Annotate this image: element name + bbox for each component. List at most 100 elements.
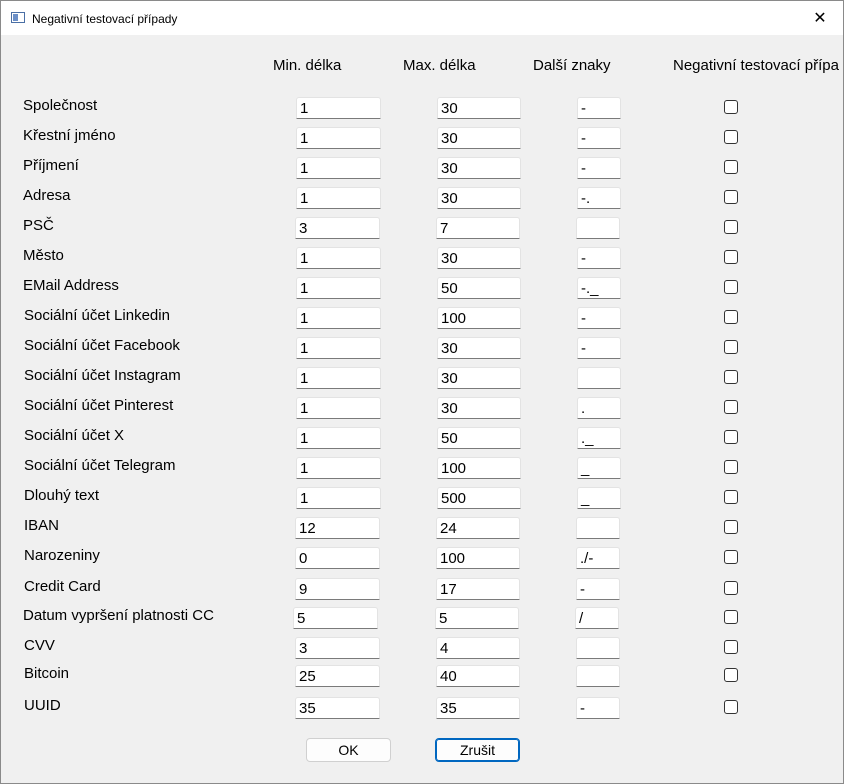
min-length-input[interactable]: 3 [295,637,380,659]
extra-chars-input[interactable]: - [577,157,621,179]
min-length-input[interactable]: 1 [296,277,381,299]
min-length-input[interactable]: 1 [296,127,381,149]
min-length-input[interactable]: 1 [296,367,381,389]
negative-case-checkbox[interactable] [724,250,738,264]
negative-case-checkbox[interactable] [724,520,738,534]
max-length-input[interactable]: 35 [436,697,520,719]
extra-chars-input[interactable]: / [575,607,619,629]
min-length-input[interactable]: 1 [296,307,381,329]
max-length-input[interactable]: 4 [436,637,520,659]
extra-chars-input[interactable]: - [577,247,621,269]
negative-case-checkbox[interactable] [724,581,738,595]
negative-case-checkbox[interactable] [724,100,738,114]
max-length-input[interactable]: 500 [437,487,521,509]
max-length-input[interactable]: 30 [437,337,521,359]
ok-button[interactable]: OK [306,738,391,762]
extra-chars-input[interactable]: ._ [577,427,621,449]
negative-case-checkbox[interactable] [724,490,738,504]
extra-chars-input[interactable] [576,665,620,687]
negative-case-checkbox[interactable] [724,340,738,354]
negative-case-checkbox[interactable] [724,640,738,654]
max-length-input[interactable]: 30 [437,247,521,269]
row-label: Společnost [23,97,98,114]
negative-case-checkbox[interactable] [724,460,738,474]
row-label: Příjmení [23,157,79,174]
title-bar: Negativní testovací případy ✕ [1,1,843,35]
negative-case-checkbox[interactable] [724,160,738,174]
min-length-input[interactable]: 25 [295,665,380,687]
negative-case-checkbox[interactable] [724,370,738,384]
min-length-input[interactable]: 1 [296,337,381,359]
negative-case-checkbox[interactable] [724,430,738,444]
window-title: Negativní testovací případy [32,12,178,26]
extra-chars-input[interactable]: - [577,97,621,119]
min-length-input[interactable]: 1 [296,157,381,179]
negative-case-checkbox[interactable] [724,700,738,714]
max-length-input[interactable]: 50 [437,427,521,449]
min-length-input[interactable]: 1 [296,427,381,449]
extra-chars-input[interactable] [576,637,620,659]
negative-case-checkbox[interactable] [724,310,738,324]
negative-case-checkbox[interactable] [724,190,738,204]
extra-chars-input[interactable]: - [577,307,621,329]
max-length-input[interactable]: 30 [437,127,521,149]
header-extra-chars: Další znaky [533,57,611,74]
row-label: Sociální účet Linkedin [24,307,170,324]
negative-case-checkbox[interactable] [724,610,738,624]
max-length-input[interactable]: 30 [437,397,521,419]
row-label: Sociální účet Instagram [24,367,181,384]
min-length-input[interactable]: 1 [296,457,381,479]
extra-chars-input[interactable] [577,367,621,389]
max-length-input[interactable]: 24 [436,517,520,539]
row-label: Datum vypršení platnosti CC [23,607,214,624]
extra-chars-input[interactable]: _ [577,457,621,479]
max-length-input[interactable]: 100 [437,307,521,329]
negative-case-checkbox[interactable] [724,668,738,682]
negative-case-checkbox[interactable] [724,400,738,414]
min-length-input[interactable]: 1 [296,487,381,509]
extra-chars-input[interactable]: . [577,397,621,419]
max-length-input[interactable]: 30 [437,367,521,389]
extra-chars-input[interactable]: - [577,337,621,359]
max-length-input[interactable]: 30 [437,157,521,179]
min-length-input[interactable]: 3 [295,217,380,239]
max-length-input[interactable]: 100 [436,547,520,569]
max-length-input[interactable]: 40 [436,665,520,687]
min-length-input[interactable]: 1 [296,247,381,269]
max-length-input[interactable]: 17 [436,578,520,600]
min-length-input[interactable]: 0 [295,547,380,569]
negative-case-checkbox[interactable] [724,130,738,144]
max-length-input[interactable]: 30 [437,97,521,119]
cancel-button[interactable]: Zrušit [435,738,520,762]
max-length-input[interactable]: 30 [437,187,521,209]
negative-case-checkbox[interactable] [724,550,738,564]
max-length-input[interactable]: 5 [435,607,519,629]
row-label: UUID [24,697,61,714]
negative-case-checkbox[interactable] [724,220,738,234]
min-length-input[interactable]: 12 [295,517,380,539]
extra-chars-input[interactable]: ./- [576,547,620,569]
min-length-input[interactable]: 1 [296,97,381,119]
close-icon[interactable]: ✕ [797,1,843,35]
extra-chars-input[interactable]: - [576,697,620,719]
extra-chars-input[interactable] [576,217,620,239]
extra-chars-input[interactable]: -. [577,187,621,209]
row-label: Credit Card [24,578,101,595]
negative-case-checkbox[interactable] [724,280,738,294]
row-label: IBAN [24,517,60,534]
min-length-input[interactable]: 35 [295,697,380,719]
min-length-input[interactable]: 9 [295,578,380,600]
header-min-length: Min. délka [273,57,342,74]
extra-chars-input[interactable] [576,517,620,539]
extra-chars-input[interactable]: - [576,578,620,600]
max-length-input[interactable]: 50 [437,277,521,299]
extra-chars-input[interactable]: - [577,127,621,149]
max-length-input[interactable]: 100 [437,457,521,479]
min-length-input[interactable]: 1 [296,397,381,419]
row-label: Narozeniny [24,547,100,564]
extra-chars-input[interactable]: -._ [577,277,621,299]
min-length-input[interactable]: 1 [296,187,381,209]
max-length-input[interactable]: 7 [436,217,520,239]
min-length-input[interactable]: 5 [293,607,378,629]
extra-chars-input[interactable]: _ [577,487,621,509]
